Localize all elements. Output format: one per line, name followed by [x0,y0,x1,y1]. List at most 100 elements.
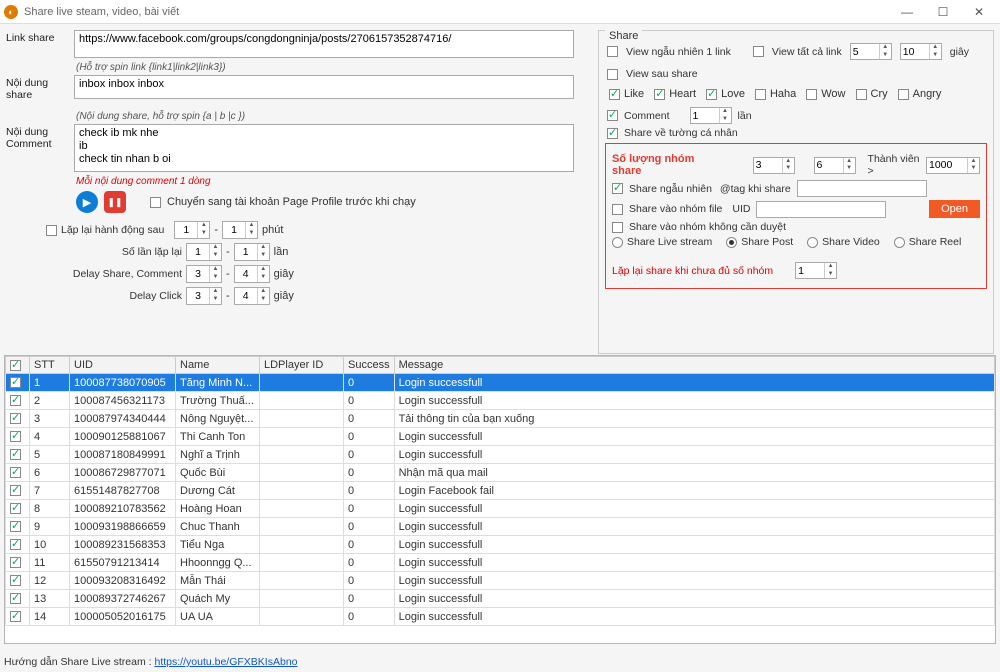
open-button[interactable]: Open [929,200,980,218]
th-success[interactable]: Success [344,357,395,374]
row-checkbox[interactable] [10,485,21,496]
table-row[interactable]: 10100089231568353Tiểu Nga0Login successf… [6,536,995,554]
noi-dung-comment-input[interactable] [74,124,574,172]
table-row[interactable]: 9100093198866659Chuc Thanh0Login success… [6,518,995,536]
share-live-radio[interactable] [612,237,623,248]
table-row[interactable]: 6100086729877071Quốc Bùi0Nhận mã qua mai… [6,464,995,482]
group-from-spin[interactable]: ▲▼ [753,157,795,174]
row-checkbox[interactable] [10,557,21,568]
delay-click-from-spin[interactable]: ▲▼ [186,287,222,305]
love-checkbox[interactable] [706,89,717,100]
th-uid[interactable]: UID [70,357,176,374]
table-row[interactable]: 8100089210783562Hoàng Hoan0Login success… [6,500,995,518]
comment-count-spin[interactable]: ▲▼ [690,107,732,124]
share-video-radio[interactable] [807,237,818,248]
share-post-radio[interactable] [726,237,737,248]
minimize-button[interactable]: — [896,5,918,19]
like-checkbox[interactable] [609,89,620,100]
row-checkbox[interactable] [10,593,21,604]
table-row[interactable]: 12100093208316492Mẫn Thái0Login successf… [6,572,995,590]
group-to-spin[interactable]: ▲▼ [814,157,856,174]
table-row[interactable]: 5100087180849991Nghĩ a Trịnh0Login succe… [6,446,995,464]
angry-checkbox[interactable] [898,89,909,100]
table-row[interactable]: 13100089372746267Quách My0Login successf… [6,590,995,608]
delay-share-from-spin[interactable]: ▲▼ [186,265,222,283]
heart-checkbox[interactable] [654,89,665,100]
maximize-button[interactable]: ☐ [932,5,954,19]
table-row[interactable]: 2100087456321173Trường Thuấ...0Login suc… [6,392,995,410]
row-checkbox[interactable] [10,521,21,532]
haha-checkbox[interactable] [755,89,766,100]
laplai-from-spin[interactable]: ▲▼ [174,221,210,239]
cry-checkbox[interactable] [856,89,867,100]
row-checkbox[interactable] [10,449,21,460]
view-to-spin[interactable]: ▲▼ [900,43,942,60]
row-checkbox[interactable] [10,539,21,550]
table-row[interactable]: 4100090125881067Thi Canh Ton0Login succe… [6,428,995,446]
cell-stt: 14 [30,608,70,626]
row-checkbox[interactable] [10,431,21,442]
table-row[interactable]: 14100005052016175UA UA0Login successfull [6,608,995,626]
stop-button[interactable]: ❚❚ [104,191,126,213]
one-line-hint: Mỗi nội dung comment 1 dòng [76,176,586,187]
cell-success: 0 [344,536,395,554]
page-profile-checkbox[interactable] [150,197,161,208]
delay-click-to-spin[interactable]: ▲▼ [234,287,270,305]
uid-input[interactable] [756,201,886,218]
share-reel-radio[interactable] [894,237,905,248]
table-row[interactable]: 761551487827708Dương Cát0Login Facebook … [6,482,995,500]
repeat-red-spin[interactable]: ▲▼ [795,262,837,279]
th-message[interactable]: Message [394,357,994,374]
cell-name: Tăng Minh N... [176,374,260,392]
cell-name: Chuc Thanh [176,518,260,536]
laplai-checkbox[interactable] [46,225,57,236]
comment-checkbox[interactable] [607,110,618,121]
share-wall-checkbox[interactable] [607,128,618,139]
th-name[interactable]: Name [176,357,260,374]
cell-uid: 100087974340444 [70,410,176,428]
row-checkbox[interactable] [10,575,21,586]
comment-spin-hint: (Nội dung share, hỗ trợ spin {a | b |c }… [76,111,586,122]
cell-success: 0 [344,500,395,518]
row-checkbox[interactable] [10,503,21,514]
th-stt[interactable]: STT [30,357,70,374]
share-post-label: Share Post [741,236,793,248]
row-checkbox[interactable] [10,395,21,406]
share-no-approve-checkbox[interactable] [612,222,623,233]
row-checkbox[interactable] [10,467,21,478]
share-random-checkbox[interactable] [612,183,623,194]
link-share-input[interactable] [74,30,574,58]
select-all-checkbox[interactable] [10,360,21,371]
cell-message: Login successfull [394,554,994,572]
row-checkbox[interactable] [10,611,21,622]
cell-name: Nông Nguyệt... [176,410,260,428]
table-row[interactable]: 1100087738070905Tăng Minh N...0Login suc… [6,374,995,392]
cell-ld [260,554,344,572]
solan-from-spin[interactable]: ▲▼ [186,243,222,261]
close-button[interactable]: ✕ [968,5,990,19]
laplai-to-spin[interactable]: ▲▼ [222,221,258,239]
share-file-checkbox[interactable] [612,204,623,215]
play-button[interactable]: ▶ [76,191,98,213]
thanh-vien-spin[interactable]: ▲▼ [926,157,980,174]
noi-dung-share-input[interactable] [74,75,574,99]
table-row[interactable]: 1161550791213414Hhoonngg Q...0Login succ… [6,554,995,572]
tag-input[interactable] [797,180,927,197]
accounts-table[interactable]: STT UID Name LDPlayer ID Success Message… [4,355,996,644]
delay-share-to-spin[interactable]: ▲▼ [234,265,270,283]
solan-to-spin[interactable]: ▲▼ [234,243,270,261]
row-checkbox[interactable] [10,413,21,424]
view-all-checkbox[interactable] [753,46,764,57]
wow-checkbox[interactable] [806,89,817,100]
footer-link[interactable]: https://youtu.be/GFXBKIsAbno [155,656,298,668]
cell-stt: 9 [30,518,70,536]
view-random-checkbox[interactable] [607,46,618,57]
cell-name: Quốc Bùi [176,464,260,482]
view-after-share-checkbox[interactable] [607,69,618,80]
th-ldplayer[interactable]: LDPlayer ID [260,357,344,374]
row-checkbox[interactable] [10,377,21,388]
cell-name: Quách My [176,590,260,608]
table-row[interactable]: 3100087974340444Nông Nguyệt...0Tải thông… [6,410,995,428]
cell-uid: 61550791213414 [70,554,176,572]
view-from-spin[interactable]: ▲▼ [850,43,892,60]
